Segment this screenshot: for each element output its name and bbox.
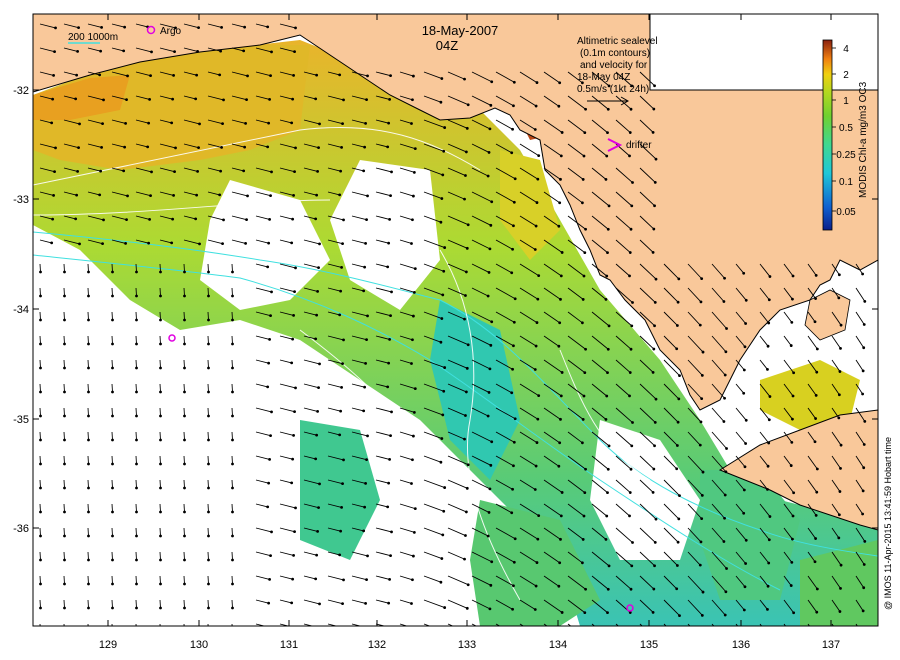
colorbar-tick-label: 2 bbox=[843, 70, 849, 81]
map-plot-area bbox=[33, 14, 878, 626]
velocity-note: Altimetric sealevel (0.1m contours) and … bbox=[577, 36, 658, 106]
chlorophyll-map: -32 -33 -34 -35 -36 129 130 131 132 133 134 135 136 1… bbox=[13, 13, 893, 651]
colorbar-tick-label: 0.25 bbox=[836, 150, 856, 161]
colorbar-ramp bbox=[822, 39, 833, 231]
longitude-tick-label: 130 bbox=[190, 639, 208, 651]
longitude-tick-label: 134 bbox=[549, 639, 567, 651]
velocity-note-line: Altimetric sealevel bbox=[577, 36, 658, 47]
latitude-tick-label: -33 bbox=[13, 194, 29, 206]
longitude-tick-label: 135 bbox=[640, 639, 658, 651]
depth-legend-label: 200 1000m bbox=[68, 32, 118, 43]
latitude-tick-label: -32 bbox=[13, 85, 29, 97]
velocity-note-line: and velocity for bbox=[580, 60, 648, 71]
longitude-tick-label: 136 bbox=[732, 639, 750, 651]
argo-legend-label: Argo bbox=[160, 26, 182, 37]
latitude-tick-label: -36 bbox=[13, 523, 29, 535]
drifter-legend-label: drifter bbox=[626, 140, 652, 151]
colorbar-tick-label: 0.5 bbox=[839, 123, 853, 134]
colorbar-tick-label: 0.05 bbox=[836, 207, 856, 218]
longitude-tick-label: 137 bbox=[822, 639, 840, 651]
colorbar-tick-label: 4 bbox=[843, 44, 849, 55]
velocity-note-line: 0.5m/s (1kt 24h) bbox=[577, 84, 649, 95]
colorbar-title: MODIS Chl-a mg/m3 OC3 bbox=[858, 81, 869, 198]
longitude-tick-label: 129 bbox=[99, 639, 117, 651]
colorbar-tick-label: 0.1 bbox=[839, 177, 853, 188]
latitude-tick-label: -35 bbox=[13, 414, 29, 426]
colorbar-tick-label: 1 bbox=[843, 96, 849, 107]
longitude-tick-label: 133 bbox=[458, 639, 476, 651]
velocity-note-line: (0.1m contours) bbox=[580, 48, 650, 59]
longitude-tick-label: 132 bbox=[368, 639, 386, 651]
latitude-tick-label: -34 bbox=[13, 304, 29, 316]
longitude-tick-label: 131 bbox=[280, 639, 298, 651]
credit-text: @ IMOS 11-Apr-2015 13:41:59 Hobart time bbox=[883, 437, 893, 610]
date-label: 18-May-2007 bbox=[422, 23, 499, 38]
time-label: 04Z bbox=[436, 38, 458, 53]
velocity-note-line: 18-May 04Z bbox=[577, 72, 630, 83]
